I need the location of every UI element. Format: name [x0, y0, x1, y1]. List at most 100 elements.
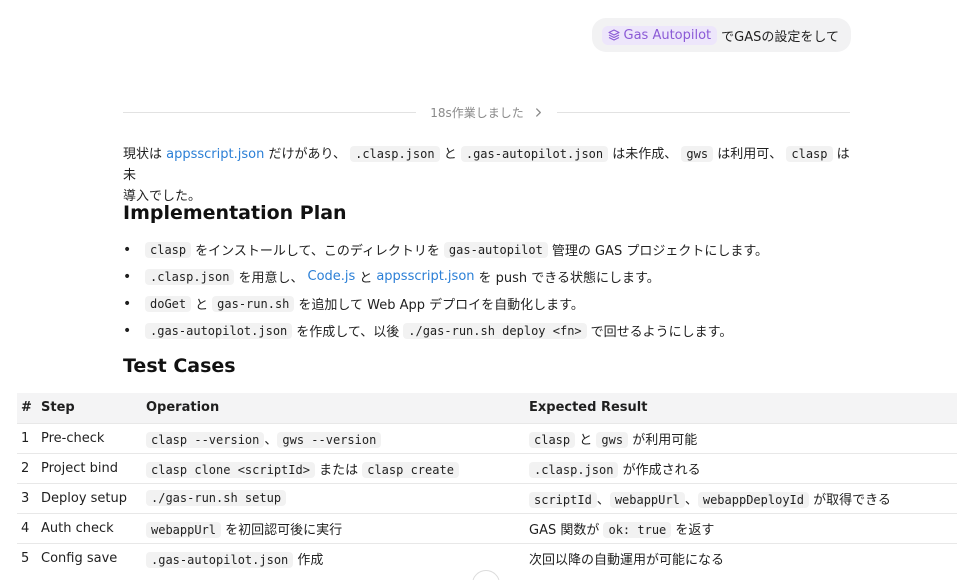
- cell-expected: scriptId、 webappUrl、 webappDeployId が取得できる: [525, 482, 957, 513]
- cell-step: Project bind: [37, 452, 142, 483]
- cell-number: 1: [17, 422, 37, 453]
- list-item: • doGet と gas-run.sh を追加して Web App デプロイを…: [123, 290, 863, 317]
- table-row: 2 Project bind clasp clone <scriptId> また…: [17, 452, 957, 483]
- cell-operation: clasp clone <scriptId> または clasp create: [142, 452, 525, 483]
- inline-code: .clasp.json: [529, 461, 619, 478]
- cell-text: を初回認可後に実行: [221, 522, 343, 538]
- inline-code: .gas-autopilot.json: [146, 551, 294, 568]
- implementation-plan-heading: Implementation Plan: [123, 202, 347, 224]
- inline-code: .clasp.json: [145, 268, 235, 285]
- cell-expected: GAS 関数が ok: true を返す: [525, 512, 957, 543]
- inline-code: .gas-autopilot.json: [460, 146, 609, 162]
- inline-code: gws --version: [277, 431, 382, 448]
- cell-text: が利用可能: [628, 432, 698, 448]
- inline-code: ok: true: [603, 521, 672, 538]
- appsscript-link[interactable]: appsscript.json: [376, 269, 474, 284]
- list-text: と: [195, 298, 209, 313]
- inline-code: doGet: [145, 295, 192, 312]
- chevron-right-icon: [535, 107, 541, 117]
- cell-text: と: [575, 432, 597, 448]
- intro-line-1: 現状は appsscript.json だけがあり、 .clasp.json と…: [123, 144, 853, 186]
- inline-code: clasp create: [362, 461, 459, 478]
- cell-text: GAS 関数が: [529, 522, 604, 538]
- cell-step: Deploy setup: [37, 482, 142, 513]
- table-row: 3 Deploy setup ./gas-run.sh setup script…: [17, 482, 957, 513]
- intro-text: と: [439, 147, 461, 162]
- inline-code: .clasp.json: [350, 146, 440, 162]
- inline-code: clasp: [145, 241, 192, 258]
- table-row: 5 Config save .gas-autopilot.json 作成 次回以…: [17, 542, 957, 573]
- inline-code: gas-autopilot: [443, 241, 548, 258]
- intro-text: は未作成、: [608, 147, 678, 162]
- column-header-operation: Operation: [142, 393, 525, 423]
- bullet: •: [123, 322, 132, 339]
- intro-paragraph: 現状は appsscript.json だけがあり、 .clasp.json と…: [123, 144, 853, 207]
- column-header-number: #: [17, 393, 37, 423]
- inline-code: gws: [681, 146, 714, 162]
- cell-text: または: [314, 462, 363, 478]
- divider-line-left: [123, 111, 417, 113]
- cell-operation: webappUrl を初回認可後に実行: [142, 512, 525, 543]
- intro-text: は利用可、: [713, 147, 783, 162]
- inline-code: gws: [596, 431, 629, 448]
- list-text: を用意し、: [238, 271, 304, 286]
- cell-number: 4: [17, 512, 37, 543]
- cell-step: Pre-check: [37, 422, 142, 453]
- skill-chip[interactable]: Gas Autopilot: [601, 25, 718, 45]
- list-item: • clasp をインストールして、このディレクトリを gas-autopilo…: [123, 236, 863, 263]
- work-summary-divider: 18s作業しました: [123, 102, 850, 122]
- list-item: • .gas-autopilot.json を作成して、以後 ./gas-run…: [123, 317, 863, 344]
- cell-text: 、: [264, 432, 278, 448]
- inline-code: ./gas-run.sh setup: [146, 489, 287, 506]
- work-summary-label: 18s作業しました: [430, 105, 524, 120]
- test-cases-heading: Test Cases: [123, 355, 236, 377]
- column-header-step: Step: [37, 393, 142, 423]
- table-row: 4 Auth check webappUrl を初回認可後に実行 GAS 関数が…: [17, 512, 957, 543]
- cell-operation: clasp --version、 gws --version: [142, 422, 525, 453]
- user-message-text: でGASの設定をして: [721, 29, 839, 45]
- list-text: と: [359, 271, 373, 286]
- list-text: を作成して、以後: [296, 325, 400, 340]
- bullet: •: [123, 241, 132, 258]
- intro-text: 現状は: [123, 147, 167, 162]
- test-cases-table: # Step Operation Expected Result 1 Pre-c…: [17, 393, 957, 573]
- layers-icon: [607, 29, 620, 41]
- column-header-expected: Expected Result: [525, 393, 957, 423]
- list-text: を追加して Web App デプロイを自動化します。: [298, 298, 584, 313]
- work-summary-toggle[interactable]: 18s作業しました: [416, 104, 557, 121]
- skill-chip-label: Gas Autopilot: [623, 27, 712, 43]
- cell-text: 作成: [293, 552, 324, 568]
- cell-text: 、: [596, 492, 610, 508]
- cell-expected: 次回以降の自動運用が可能になる: [525, 542, 957, 573]
- inline-code: clasp: [786, 146, 833, 162]
- code-js-link[interactable]: Code.js: [308, 269, 356, 284]
- inline-code: gas-run.sh: [212, 295, 295, 312]
- list-text: で回せるようにします。: [590, 325, 733, 340]
- cell-text: 次回以降の自動運用が可能になる: [529, 552, 725, 568]
- table-header-row: # Step Operation Expected Result: [17, 393, 957, 423]
- cell-step: Config save: [37, 542, 142, 573]
- inline-code: clasp clone <scriptId>: [146, 461, 315, 478]
- cell-text: が作成される: [618, 462, 701, 478]
- bullet: •: [123, 295, 132, 312]
- list-text: をインストールして、このディレクトリを: [195, 244, 440, 259]
- inline-code: .gas-autopilot.json: [145, 322, 293, 339]
- inline-code: clasp: [529, 431, 576, 448]
- inline-code: webappDeployId: [697, 491, 810, 508]
- inline-code: clasp --version: [146, 431, 265, 448]
- appsscript-link[interactable]: appsscript.json: [166, 147, 264, 162]
- implementation-plan-list: • clasp をインストールして、このディレクトリを gas-autopilo…: [123, 236, 863, 344]
- cell-expected: .clasp.json が作成される: [525, 452, 957, 483]
- list-text: を push できる状態にします。: [478, 271, 660, 286]
- cell-expected: clasp と gws が利用可能: [525, 422, 957, 453]
- list-text: 管理の GAS プロジェクトにします。: [551, 244, 769, 259]
- table-row: 1 Pre-check clasp --version、 gws --versio…: [17, 422, 957, 453]
- user-message-bubble: Gas Autopilot でGASの設定をして: [591, 18, 851, 52]
- list-item: • .clasp.json を用意し、 Code.js と appsscript…: [123, 263, 863, 290]
- inline-code: scriptId: [529, 491, 597, 508]
- divider-line-right: [556, 111, 850, 113]
- cell-step: Auth check: [37, 512, 142, 543]
- inline-code: ./gas-run.sh deploy <fn>: [403, 322, 587, 339]
- cell-text: を返す: [671, 522, 715, 538]
- cell-text: が取得できる: [809, 492, 891, 508]
